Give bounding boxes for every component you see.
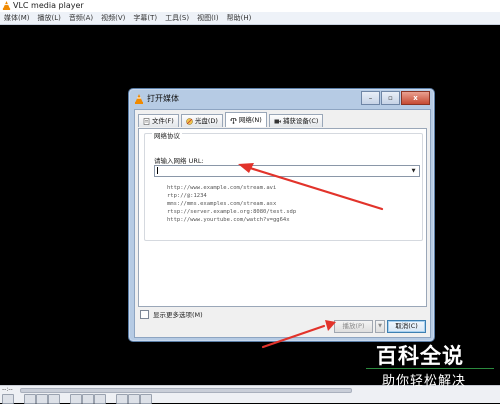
menu-audio[interactable]: 音频(A) bbox=[65, 12, 97, 24]
menu-video[interactable]: 视频(V) bbox=[97, 12, 129, 24]
vlc-cone-icon bbox=[2, 1, 11, 10]
example-url: rtp://@:1234 bbox=[167, 193, 207, 199]
fullscreen-control-button[interactable] bbox=[70, 394, 82, 404]
menu-help[interactable]: 帮助(H) bbox=[223, 12, 256, 24]
dialog-body: 文件(F) 光盘(D) 网络(N) 捕获设备(C) 网络协议 请输入网络 URL… bbox=[134, 109, 431, 338]
loop-button[interactable] bbox=[116, 394, 128, 404]
menu-media[interactable]: 媒体(M) bbox=[0, 12, 34, 24]
network-protocol-group: 网络协议 请输入网络 URL: ▼ http://www.example.com… bbox=[144, 130, 423, 241]
dialog-title: 打开媒体 bbox=[147, 94, 179, 103]
watermark-title: 百科全说 bbox=[376, 344, 464, 368]
play-dropdown-button[interactable]: ▼ bbox=[375, 320, 385, 333]
play-button[interactable]: 播放(P) bbox=[334, 320, 373, 333]
seek-slider[interactable] bbox=[20, 388, 352, 393]
capture-device-icon bbox=[274, 118, 281, 125]
cancel-button[interactable]: 取消(C) bbox=[387, 320, 426, 333]
menu-playback[interactable]: 播放(L) bbox=[34, 12, 65, 24]
tab-bar: 文件(F) 光盘(D) 网络(N) 捕获设备(C) bbox=[138, 112, 325, 128]
tab-file-label: 文件(F) bbox=[152, 117, 174, 125]
tab-file[interactable]: 文件(F) bbox=[138, 114, 179, 127]
network-tab-panel: 网络协议 请输入网络 URL: ▼ http://www.example.com… bbox=[138, 128, 427, 307]
menu-bar: 媒体(M) 播放(L) 音频(A) 视频(V) 字幕(T) 工具(S) 视图(I… bbox=[0, 12, 500, 25]
more-options-label: 显示更多选项(M) bbox=[153, 311, 203, 319]
frame-step-button[interactable] bbox=[140, 394, 152, 404]
group-title: 网络协议 bbox=[152, 130, 182, 140]
window-buttons: – ▫ x bbox=[360, 91, 430, 105]
url-label: 请输入网络 URL: bbox=[154, 157, 204, 165]
dialog-titlebar[interactable]: 打开媒体 – ▫ x bbox=[129, 89, 434, 109]
watermark-divider bbox=[366, 368, 494, 369]
text-caret bbox=[157, 167, 158, 174]
menu-subtitle[interactable]: 字幕(T) bbox=[129, 12, 161, 24]
tab-network[interactable]: 网络(N) bbox=[224, 112, 267, 127]
close-button[interactable]: x bbox=[401, 91, 430, 105]
file-icon bbox=[143, 117, 150, 125]
chevron-down-icon[interactable]: ▼ bbox=[409, 166, 418, 176]
menu-tools[interactable]: 工具(S) bbox=[161, 12, 193, 24]
example-url: http://www.example.com/stream.avi bbox=[167, 185, 277, 191]
example-url: mms://mms.examples.com/stream.asx bbox=[167, 201, 277, 207]
tab-network-label: 网络(N) bbox=[238, 116, 262, 124]
tab-capture-label: 捕获设备(C) bbox=[282, 117, 319, 125]
window-title: VLC media player bbox=[13, 1, 84, 10]
tab-disc-label: 光盘(D) bbox=[194, 117, 218, 125]
url-examples: http://www.example.com/stream.avi rtp://… bbox=[167, 184, 296, 224]
watermark-logo: 百科全说 助你轻松解决 bbox=[366, 340, 496, 396]
menu-view[interactable]: 视图(I) bbox=[193, 12, 223, 24]
stop-control-button[interactable] bbox=[36, 394, 48, 404]
more-options-toggle[interactable]: 显示更多选项(M) bbox=[140, 309, 203, 319]
extended-settings-button[interactable] bbox=[82, 394, 94, 404]
tab-disc[interactable]: 光盘(D) bbox=[180, 114, 223, 127]
url-input[interactable]: ▼ bbox=[154, 165, 420, 177]
more-options-checkbox[interactable] bbox=[140, 309, 149, 319]
vlc-cone-icon bbox=[135, 94, 143, 104]
maximize-button[interactable]: ▫ bbox=[381, 91, 400, 105]
network-icon bbox=[230, 117, 237, 124]
next-control-button[interactable] bbox=[48, 394, 60, 404]
example-url: http://www.yourtube.com/watch?v=gg64x bbox=[167, 217, 290, 223]
prev-control-button[interactable] bbox=[24, 394, 36, 404]
random-button[interactable] bbox=[128, 394, 140, 404]
watermark-subtitle: 助你轻松解决 bbox=[382, 374, 467, 389]
playlist-button[interactable] bbox=[94, 394, 106, 404]
disc-icon bbox=[186, 117, 193, 125]
example-url: rtsp://server.example.org:8080/test.sdp bbox=[167, 209, 297, 215]
minimize-button[interactable]: – bbox=[361, 91, 380, 105]
tab-capture-device[interactable]: 捕获设备(C) bbox=[268, 114, 324, 127]
open-media-dialog: 打开媒体 – ▫ x 文件(F) 光盘(D) 网络(N) 捕获设备(C) 网络协… bbox=[128, 88, 435, 342]
play-control-button[interactable] bbox=[2, 394, 14, 404]
time-elapsed: --:-- bbox=[2, 386, 13, 393]
